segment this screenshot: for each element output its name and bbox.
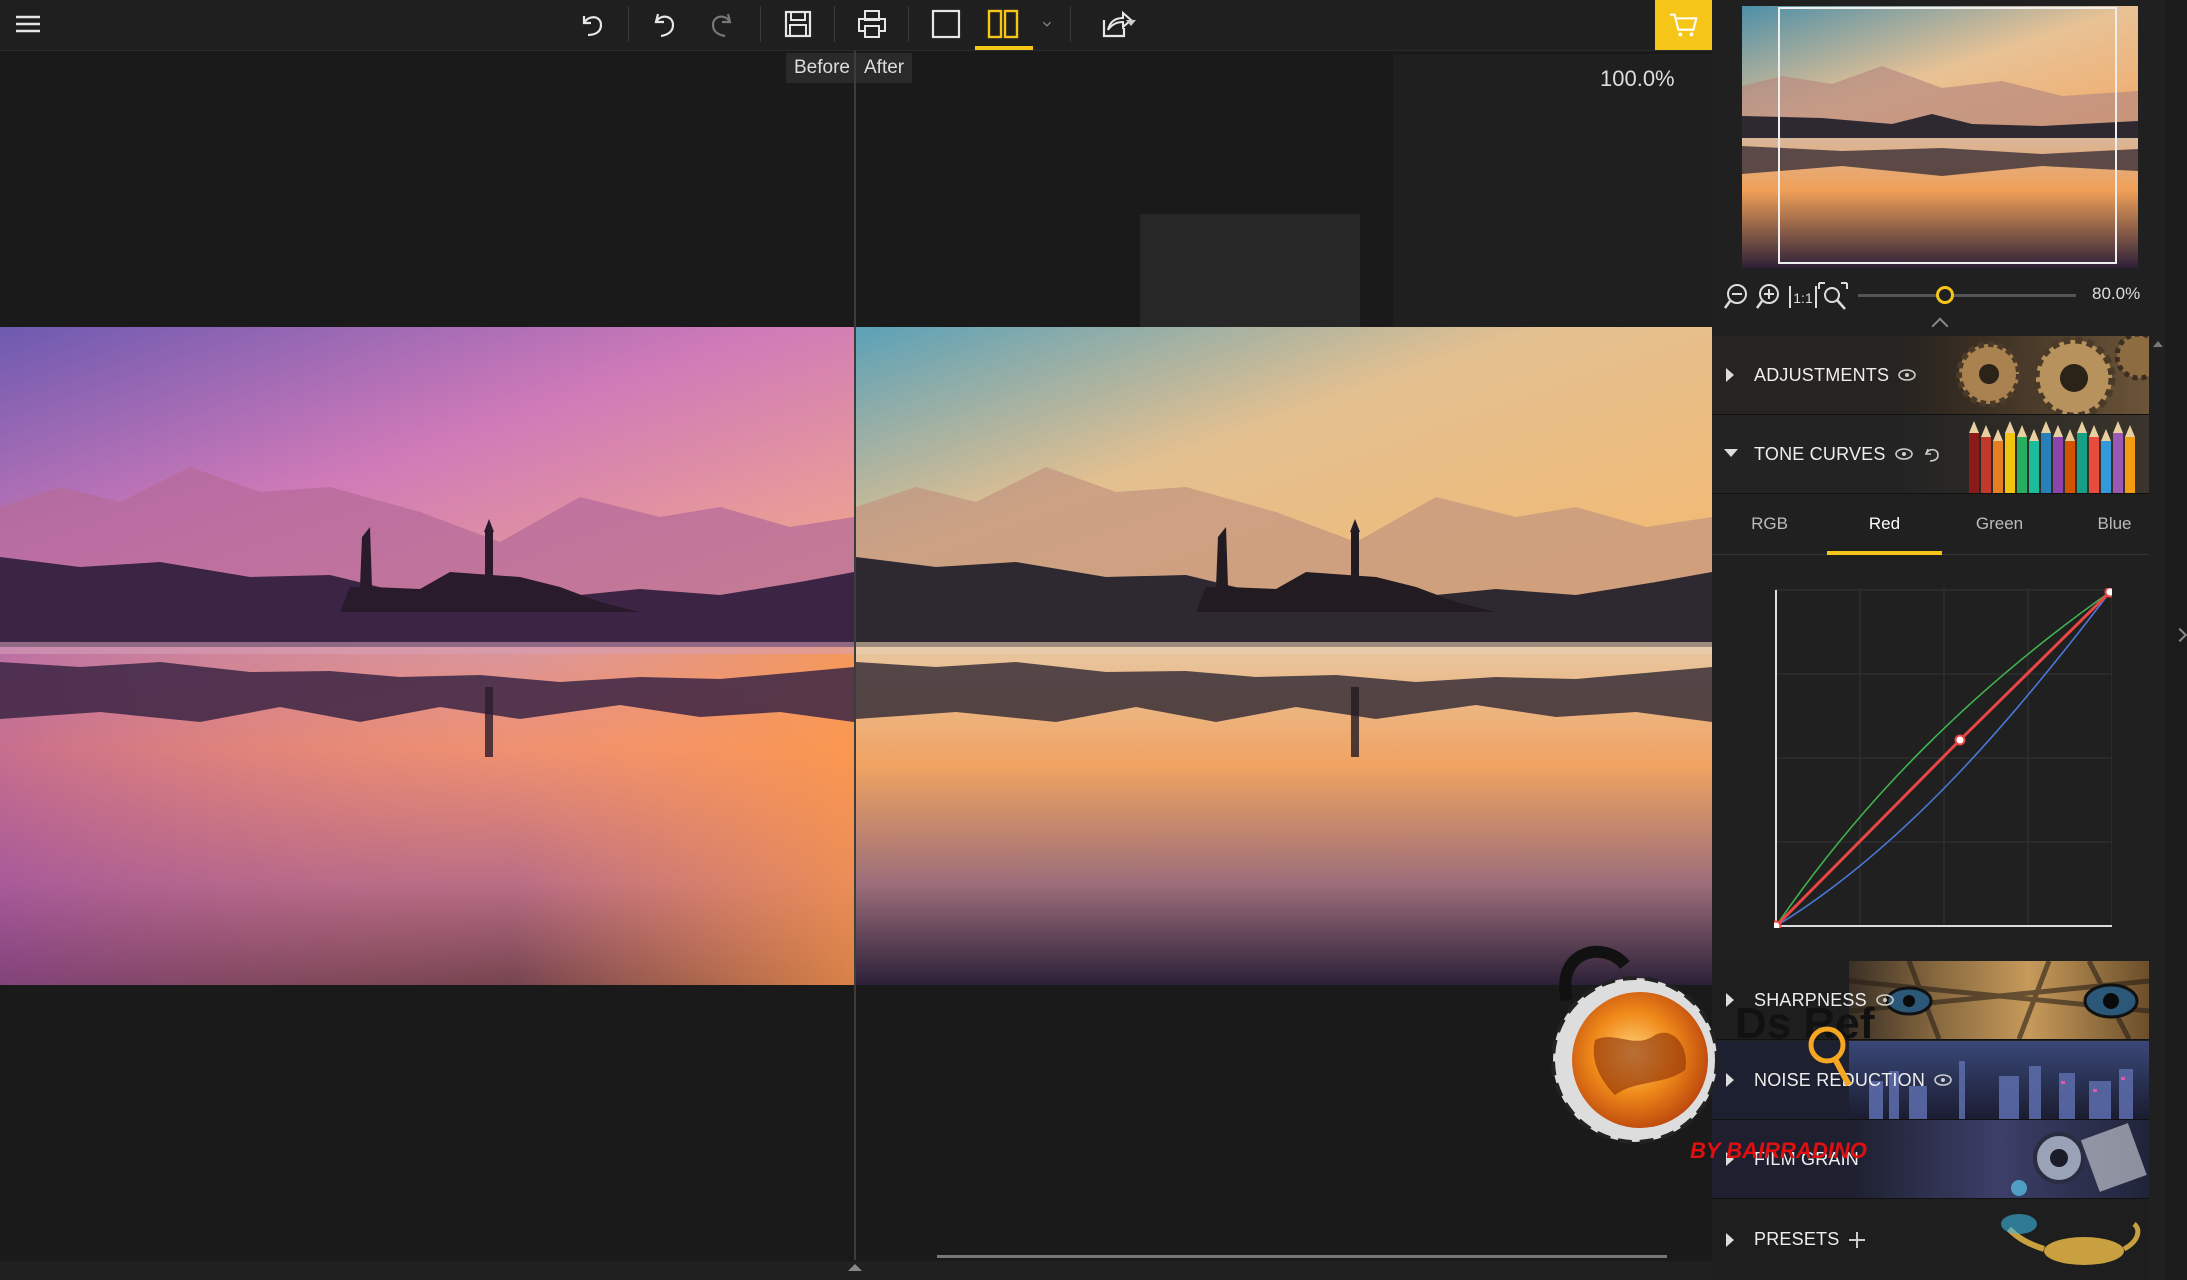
before-label: Before xyxy=(786,53,858,83)
share-icon[interactable] xyxy=(1086,4,1146,44)
expand-arrow-icon xyxy=(1726,1233,1734,1247)
navigator-viewport-frame[interactable] xyxy=(1778,7,2117,264)
canvas-zoom-readout: 100.0% xyxy=(1600,66,1675,91)
watermark-logo: Ds Ref BY BAIRRADINO xyxy=(1515,920,1875,1170)
save-icon[interactable] xyxy=(776,4,820,44)
navigator-zoom-readout: 80.0% xyxy=(2092,284,2141,303)
before-image[interactable] xyxy=(0,327,854,985)
scroll-up-icon[interactable] xyxy=(2153,341,2163,347)
section-label: TONE CURVES xyxy=(1754,443,1886,464)
section-label: PRESETS xyxy=(1754,1229,1840,1249)
menu-icon[interactable] xyxy=(6,4,50,44)
collapse-arrow-icon xyxy=(1724,449,1738,457)
visibility-eye-icon[interactable] xyxy=(1894,447,1914,461)
top-toolbar xyxy=(0,0,1712,51)
zoom-out-icon[interactable] xyxy=(1722,280,1756,314)
actual-size-icon[interactable]: 1:1 xyxy=(1786,280,1820,314)
active-tab-indicator xyxy=(1827,551,1942,555)
fit-to-screen-icon[interactable] xyxy=(1816,280,1850,314)
print-icon[interactable] xyxy=(850,4,894,44)
collapse-bottom-icon[interactable] xyxy=(848,1264,862,1271)
panel-scrollbar[interactable] xyxy=(2165,0,2187,1280)
visibility-eye-icon[interactable] xyxy=(1933,1073,1953,1087)
share-dropdown-icon[interactable] xyxy=(1126,20,1136,26)
magic-lamp-icon xyxy=(1989,1199,2149,1280)
view-dropdown-icon[interactable] xyxy=(1036,4,1058,44)
navigator-zoom-track[interactable] xyxy=(1858,294,2076,297)
active-view-indicator xyxy=(975,46,1033,50)
cart-button[interactable] xyxy=(1655,0,1712,50)
after-label: After xyxy=(856,53,913,83)
canvas-backdrop-block xyxy=(1393,54,1712,328)
before-after-divider[interactable] xyxy=(854,51,856,1260)
after-image[interactable] xyxy=(856,327,1712,985)
tab-rgb[interactable]: RGB xyxy=(1712,494,1827,554)
single-view-icon[interactable] xyxy=(924,4,968,44)
gears-icon xyxy=(1899,336,2149,414)
expand-arrow-icon xyxy=(1726,368,1734,382)
add-preset-icon[interactable] xyxy=(1847,1230,1867,1250)
horizontal-scrollbar[interactable] xyxy=(937,1255,1667,1258)
visibility-eye-icon[interactable] xyxy=(1897,368,1917,382)
section-presets[interactable]: PRESETS xyxy=(1712,1199,2149,1280)
zoom-in-icon[interactable] xyxy=(1754,280,1788,314)
tab-green[interactable]: Green xyxy=(1942,494,2057,554)
section-tone-curves[interactable]: TONE CURVES xyxy=(1712,415,2149,494)
undo-all-icon[interactable] xyxy=(570,4,614,44)
film-camera-icon xyxy=(1849,1120,2149,1198)
visibility-eye-icon[interactable] xyxy=(1875,993,1895,1007)
section-adjustments[interactable]: ADJUSTMENTS xyxy=(1712,336,2149,415)
tone-curve-tabs: RGB Red Green Blue xyxy=(1712,494,2149,555)
section-label: ADJUSTMENTS xyxy=(1754,364,1890,385)
redo-icon[interactable] xyxy=(700,4,744,44)
tab-blue[interactable]: Blue xyxy=(2057,494,2172,554)
red-curve xyxy=(1774,590,2112,928)
watermark-by-text: BY BAIRRADINO xyxy=(1690,1138,1867,1163)
reset-icon[interactable] xyxy=(1922,445,1942,463)
curve-control-point[interactable] xyxy=(2104,588,2113,598)
tab-red[interactable]: Red xyxy=(1827,494,1942,554)
undo-icon[interactable] xyxy=(642,4,686,44)
svg-text:1:1: 1:1 xyxy=(1793,290,1813,306)
watermark-logo-text: Ds Ref xyxy=(1735,999,1875,1048)
curve-control-point[interactable] xyxy=(1954,734,1966,746)
tone-curve-editor[interactable] xyxy=(1774,588,2112,928)
split-view-icon[interactable] xyxy=(981,4,1025,44)
canvas-backdrop-block xyxy=(1140,214,1360,328)
cart-icon xyxy=(1669,13,1698,37)
